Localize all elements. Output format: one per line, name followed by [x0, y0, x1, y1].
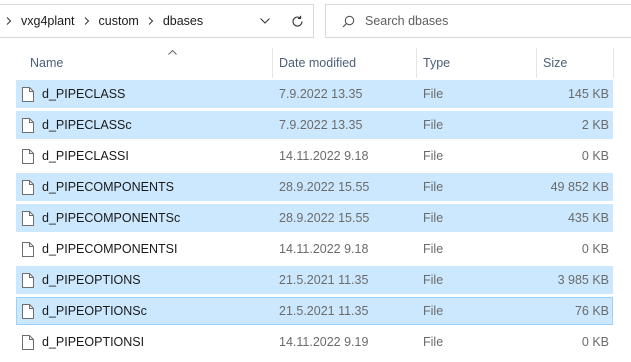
- breadcrumb: vxg4plant custom dbases: [15, 5, 209, 37]
- column-divider[interactable]: [613, 48, 614, 78]
- breadcrumb-separator-icon[interactable]: [3, 17, 15, 25]
- search-icon: [342, 15, 355, 28]
- search-placeholder: Search dbases: [365, 14, 449, 28]
- file-name: d_PIPEOPTIONS: [42, 273, 141, 287]
- file-name: d_PIPEOPTIONSI: [42, 335, 145, 349]
- file-size: 0 KB: [581, 242, 609, 256]
- file-name-cell: d_PIPEOPTIONS: [22, 266, 141, 294]
- refresh-icon[interactable]: [281, 5, 313, 37]
- breadcrumb-item-vxg4plant[interactable]: vxg4plant: [15, 14, 81, 28]
- file-type: File: [423, 180, 444, 194]
- column-header-size-label: Size: [543, 56, 568, 70]
- file-type: File: [423, 211, 444, 225]
- file-size: 3 985 KB: [557, 273, 609, 287]
- file-type: File: [423, 87, 444, 101]
- file-size: 435 KB: [567, 211, 609, 225]
- file-icon: [22, 241, 34, 257]
- file-name: d_PIPECLASSI: [42, 149, 129, 163]
- file-name: d_PIPECOMPONENTSc: [42, 211, 181, 225]
- file-row[interactable]: d_PIPEOPTIONSI 14.11.2022 9.19 File 0 KB: [16, 328, 613, 356]
- file-row[interactable]: d_PIPECLASSc 7.9.2022 13.35 File 2 KB: [16, 111, 613, 139]
- sort-ascending-icon: [168, 44, 177, 58]
- breadcrumb-item-dbases[interactable]: dbases: [157, 14, 209, 28]
- file-icon: [22, 148, 34, 164]
- column-header-date[interactable]: Date modified: [273, 48, 416, 78]
- address-bar[interactable]: vxg4plant custom dbases: [0, 4, 314, 38]
- file-name: d_PIPECOMPONENTSI: [42, 242, 178, 256]
- file-name: d_PIPEOPTIONSc: [42, 304, 147, 318]
- file-name-cell: d_PIPECOMPONENTSI: [22, 235, 177, 263]
- file-date-modified: 14.11.2022 9.18: [279, 149, 369, 163]
- breadcrumb-separator-icon[interactable]: [81, 17, 93, 25]
- column-header-row: Name Date modified Type Size: [0, 48, 631, 78]
- file-type: File: [423, 273, 444, 287]
- file-type: File: [423, 149, 444, 163]
- file-date-modified: 14.11.2022 9.19: [279, 335, 369, 349]
- file-size: 0 KB: [581, 335, 609, 349]
- file-name: d_PIPECLASS: [42, 87, 126, 101]
- column-header-type[interactable]: Type: [417, 48, 536, 78]
- file-icon: [22, 334, 34, 350]
- file-name: d_PIPECOMPONENTS: [42, 180, 174, 194]
- file-type: File: [423, 118, 444, 132]
- file-size: 145 KB: [567, 87, 609, 101]
- file-name-cell: d_PIPECLASS: [22, 80, 125, 108]
- search-input[interactable]: Search dbases: [325, 4, 631, 38]
- file-name: d_PIPECLASSc: [42, 118, 132, 132]
- file-name-cell: d_PIPEOPTIONSc: [22, 297, 147, 325]
- file-name-cell: d_PIPECOMPONENTSc: [22, 204, 180, 232]
- breadcrumb-separator-icon[interactable]: [145, 17, 157, 25]
- file-icon: [22, 210, 34, 226]
- file-size: 2 KB: [581, 118, 609, 132]
- file-row[interactable]: d_PIPECOMPONENTSc 28.9.2022 15.55 File 4…: [16, 204, 613, 232]
- file-date-modified: 21.5.2021 11.35: [279, 273, 369, 287]
- file-row[interactable]: d_PIPECLASS 7.9.2022 13.35 File 145 KB: [16, 80, 613, 108]
- column-header-name[interactable]: Name: [24, 48, 272, 78]
- file-size: 76 KB: [574, 304, 609, 318]
- file-type: File: [423, 304, 444, 318]
- file-row[interactable]: d_PIPEOPTIONSc 21.5.2021 11.35 File 76 K…: [16, 297, 613, 325]
- file-icon: [22, 179, 34, 195]
- column-header-date-label: Date modified: [279, 56, 357, 70]
- file-name-cell: d_PIPEOPTIONSI: [22, 328, 144, 356]
- file-date-modified: 28.9.2022 15.55: [279, 180, 370, 194]
- breadcrumb-item-custom[interactable]: custom: [93, 14, 145, 28]
- file-row[interactable]: d_PIPECOMPONENTSI 14.11.2022 9.18 File 0…: [16, 235, 613, 263]
- file-name-cell: d_PIPECLASSc: [22, 111, 132, 139]
- file-type: File: [423, 242, 444, 256]
- file-icon: [22, 86, 34, 102]
- file-row[interactable]: d_PIPECLASSI 14.11.2022 9.18 File 0 KB: [16, 142, 613, 170]
- file-date-modified: 21.5.2021 11.35: [279, 304, 369, 318]
- address-history-chevron-down-icon[interactable]: [249, 5, 281, 37]
- file-date-modified: 7.9.2022 13.35: [279, 87, 363, 101]
- file-type: File: [423, 335, 444, 349]
- file-row[interactable]: d_PIPEOPTIONS 21.5.2021 11.35 File 3 985…: [16, 266, 613, 294]
- file-name-cell: d_PIPECOMPONENTS: [22, 173, 174, 201]
- file-size: 0 KB: [581, 149, 609, 163]
- file-date-modified: 7.9.2022 13.35: [279, 118, 363, 132]
- file-explorer-window: vxg4plant custom dbases Search dbases Na…: [0, 0, 631, 362]
- file-date-modified: 14.11.2022 9.18: [279, 242, 369, 256]
- file-date-modified: 28.9.2022 15.55: [279, 211, 370, 225]
- file-icon: [22, 117, 34, 133]
- file-name-cell: d_PIPECLASSI: [22, 142, 129, 170]
- column-header-size[interactable]: Size: [537, 48, 613, 78]
- file-row[interactable]: d_PIPECOMPONENTS 28.9.2022 15.55 File 49…: [16, 173, 613, 201]
- file-icon: [22, 272, 34, 288]
- column-header-name-label: Name: [30, 56, 64, 70]
- column-header-type-label: Type: [423, 56, 451, 70]
- file-icon: [22, 303, 34, 319]
- file-size: 49 852 KB: [550, 180, 609, 194]
